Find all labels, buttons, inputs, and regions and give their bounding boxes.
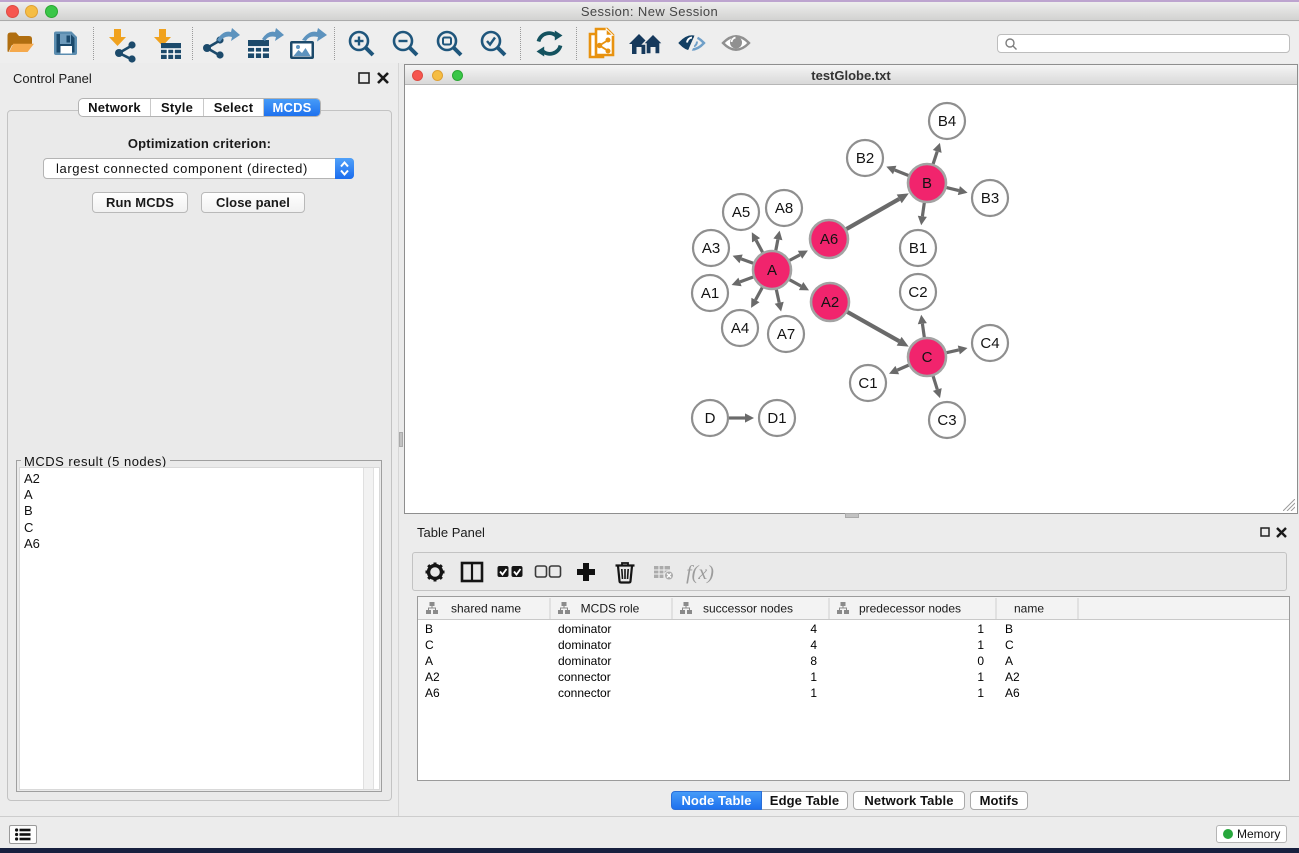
svg-text:shared name: shared name: [451, 602, 521, 616]
svg-text:4: 4: [810, 622, 817, 636]
svg-text:8: 8: [810, 654, 817, 668]
svg-text:D: D: [705, 410, 716, 427]
svg-text:C1: C1: [858, 375, 877, 392]
svg-text:C4: C4: [980, 335, 999, 352]
svg-text:B: B: [1005, 622, 1013, 636]
svg-text:C2: C2: [908, 284, 927, 301]
svg-text:1: 1: [977, 670, 984, 684]
svg-text:A6: A6: [1005, 686, 1020, 700]
svg-text:C3: C3: [937, 412, 956, 429]
svg-text:C: C: [922, 349, 933, 366]
svg-text:name: name: [1014, 602, 1044, 616]
svg-text:connector: connector: [558, 686, 611, 700]
svg-text:B: B: [922, 175, 932, 192]
svg-text:successor nodes: successor nodes: [703, 602, 793, 616]
svg-text:4: 4: [810, 638, 817, 652]
svg-text:1: 1: [977, 686, 984, 700]
svg-text:D1: D1: [767, 410, 786, 427]
svg-text:A6: A6: [425, 686, 440, 700]
svg-text:MCDS role: MCDS role: [581, 602, 640, 616]
svg-text:dominator: dominator: [558, 638, 611, 652]
svg-text:B3: B3: [981, 190, 999, 207]
svg-text:1: 1: [810, 686, 817, 700]
svg-text:predecessor nodes: predecessor nodes: [859, 602, 961, 616]
svg-text:A: A: [767, 262, 777, 279]
svg-text:dominator: dominator: [558, 622, 611, 636]
svg-text:A6: A6: [820, 231, 838, 248]
svg-text:C: C: [1005, 638, 1014, 652]
svg-text:1: 1: [810, 670, 817, 684]
svg-text:B: B: [425, 622, 433, 636]
svg-text:B2: B2: [856, 150, 874, 167]
svg-text:0: 0: [977, 654, 984, 668]
svg-text:1: 1: [977, 622, 984, 636]
svg-text:A3: A3: [702, 240, 720, 257]
svg-text:connector: connector: [558, 670, 611, 684]
svg-text:A2: A2: [1005, 670, 1020, 684]
svg-text:A2: A2: [425, 670, 440, 684]
svg-text:1: 1: [977, 638, 984, 652]
svg-text:f(x): f(x): [686, 562, 714, 584]
svg-text:A7: A7: [777, 326, 795, 343]
svg-text:A2: A2: [821, 294, 839, 311]
svg-text:A: A: [425, 654, 433, 668]
svg-text:B1: B1: [909, 240, 927, 257]
svg-text:B4: B4: [938, 113, 956, 130]
svg-text:A8: A8: [775, 200, 793, 217]
svg-text:A: A: [1005, 654, 1013, 668]
svg-text:dominator: dominator: [558, 654, 611, 668]
svg-text:A4: A4: [731, 320, 749, 337]
svg-text:C: C: [425, 638, 434, 652]
svg-text:A5: A5: [732, 204, 750, 221]
svg-text:A1: A1: [701, 285, 719, 302]
